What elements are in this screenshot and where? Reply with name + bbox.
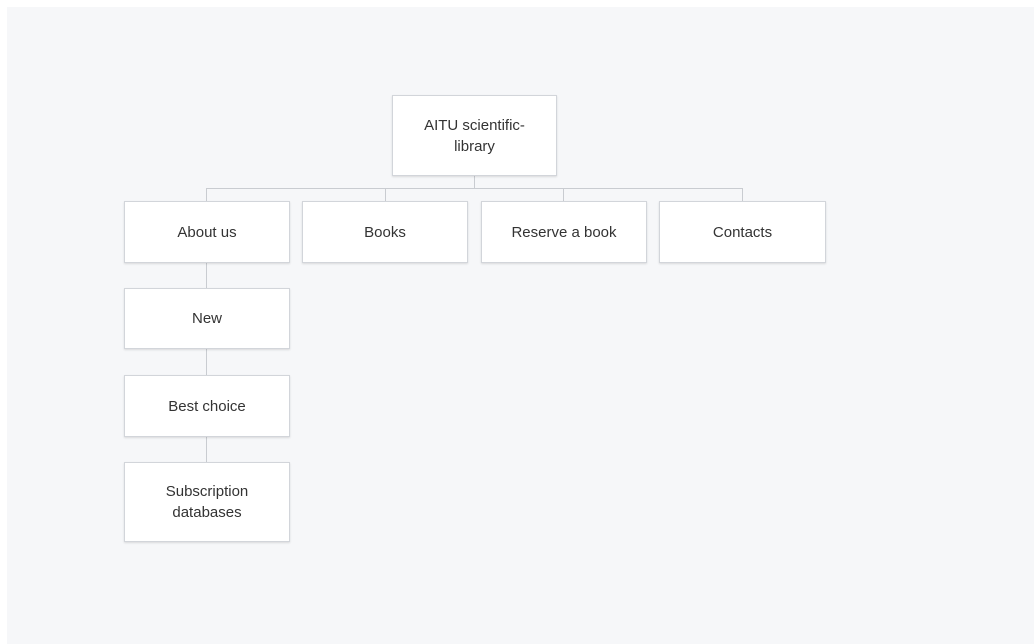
- node-best-choice[interactable]: Best choice: [124, 375, 290, 437]
- node-best-choice-label: Best choice: [168, 397, 246, 415]
- node-books-label: Books: [364, 223, 406, 241]
- node-contacts-label: Contacts: [712, 223, 773, 241]
- node-reserve-a-book[interactable]: Reserve a book: [481, 201, 647, 263]
- node-new[interactable]: New: [124, 288, 290, 349]
- node-contacts[interactable]: Contacts: [659, 201, 826, 263]
- node-subscription-databases-label: Subscription databases: [165, 483, 249, 521]
- node-subscription-databases[interactable]: Subscription databases: [124, 462, 290, 542]
- node-about-us[interactable]: About us: [124, 201, 290, 263]
- node-root-label: AITU scientific- library: [424, 116, 525, 155]
- node-books[interactable]: Books: [302, 201, 468, 263]
- node-about-us-label: About us: [177, 223, 237, 241]
- node-new-label: New: [191, 310, 222, 327]
- node-reserve-a-book-label: Reserve a book: [511, 223, 617, 241]
- node-root-aitu-scientific-library[interactable]: AITU scientific- library: [392, 95, 557, 176]
